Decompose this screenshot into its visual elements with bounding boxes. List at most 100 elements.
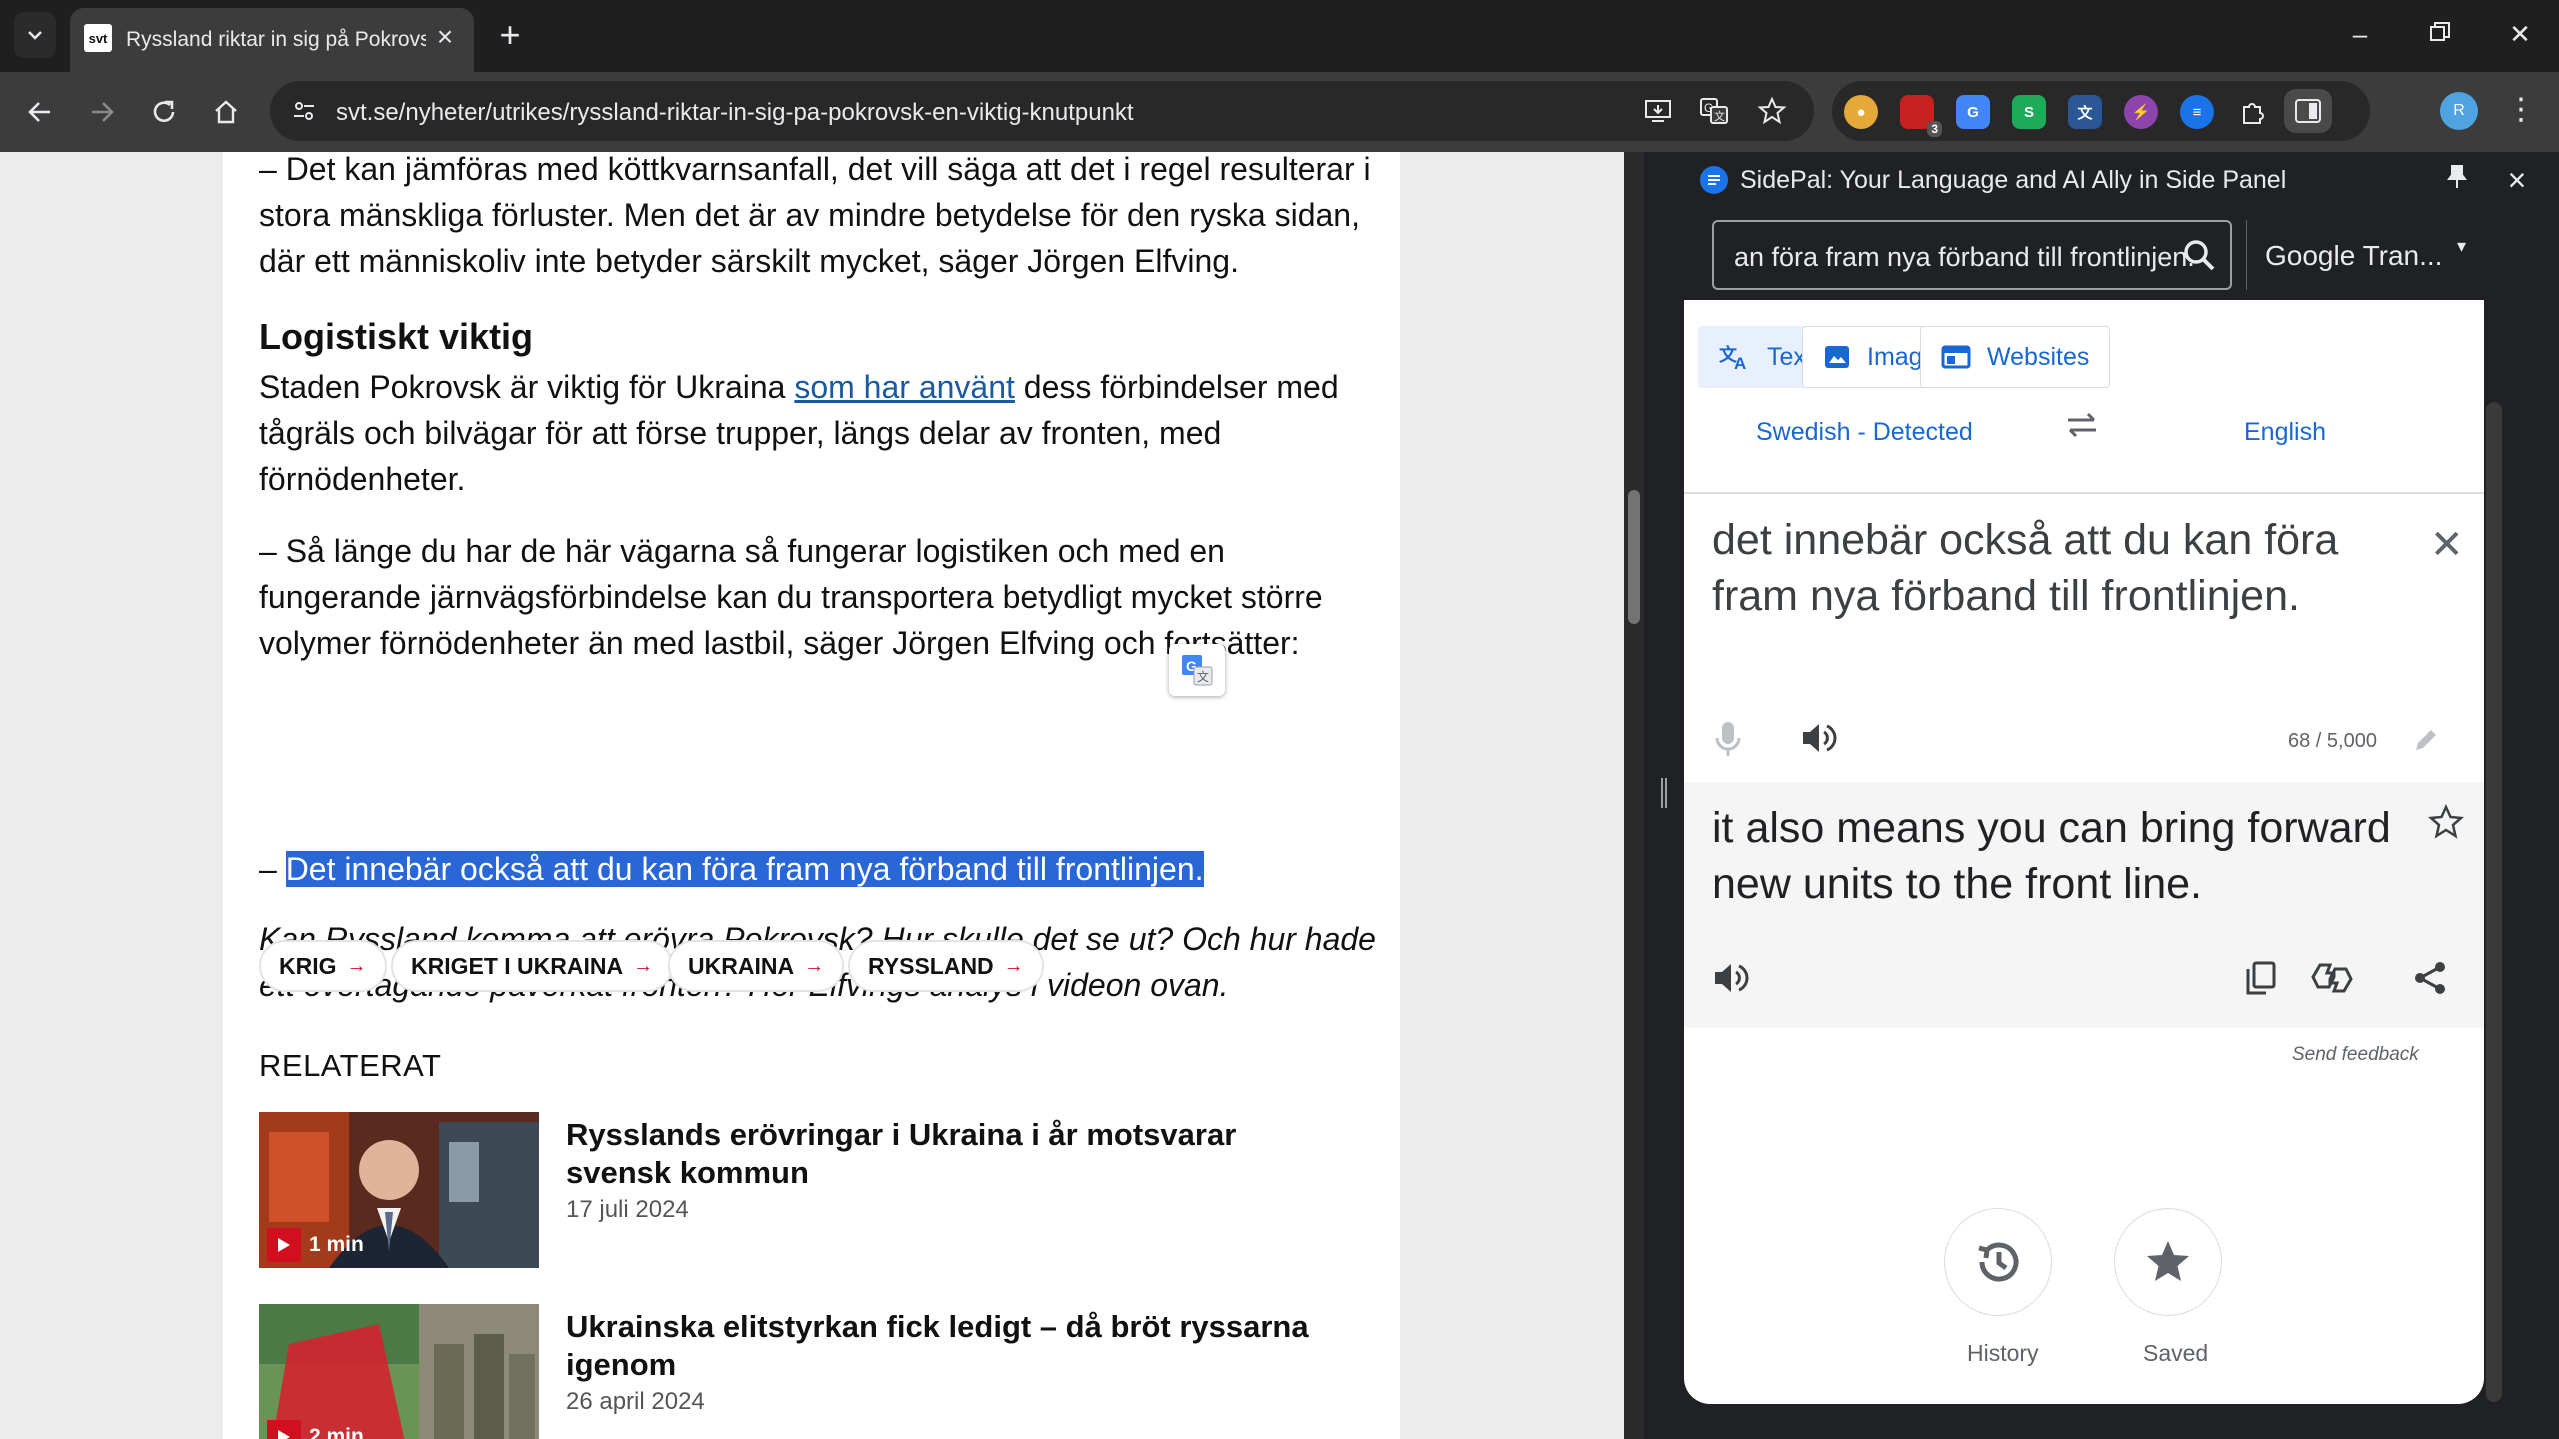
saved-button[interactable] bbox=[2114, 1208, 2222, 1316]
minimize-button[interactable]: – bbox=[2330, 14, 2390, 54]
reload-button[interactable] bbox=[140, 88, 188, 136]
home-button[interactable] bbox=[202, 88, 250, 136]
s-extension-icon[interactable]: S bbox=[2012, 95, 2046, 129]
tab-websites[interactable]: Websites bbox=[1920, 326, 2111, 388]
video-duration-badge: 1 min bbox=[267, 1228, 364, 1262]
feedback-icon[interactable] bbox=[2310, 960, 2354, 996]
close-window-button[interactable]: ✕ bbox=[2490, 14, 2550, 54]
quote-dash: – bbox=[259, 851, 286, 887]
close-side-panel-icon[interactable]: × bbox=[2500, 160, 2534, 200]
play-icon bbox=[267, 1420, 301, 1439]
share-icon[interactable] bbox=[2412, 960, 2448, 996]
purple-extension-icon[interactable]: ⚡ bbox=[2124, 95, 2158, 129]
search-input-value[interactable]: an föra fram nya förband till frontlinje… bbox=[1734, 242, 2194, 273]
new-tab-button[interactable]: + bbox=[490, 16, 530, 56]
speaker-icon[interactable] bbox=[1800, 720, 1838, 756]
install-icon[interactable] bbox=[1640, 93, 1676, 129]
translator-extension-icon[interactable]: 文 bbox=[2068, 95, 2102, 129]
pencil-icon[interactable] bbox=[2412, 726, 2440, 754]
forward-button[interactable] bbox=[78, 88, 126, 136]
sidepal-extension-icon[interactable]: ≡ bbox=[2180, 95, 2214, 129]
related-date: 26 april 2024 bbox=[566, 1388, 705, 1415]
tag-chip[interactable]: RYSSLAND → bbox=[848, 940, 1044, 992]
star-icon[interactable] bbox=[2428, 804, 2464, 840]
site-info-icon[interactable] bbox=[286, 93, 322, 129]
side-panel-scrollbar-track[interactable] bbox=[2486, 402, 2502, 1402]
article-body: – Det kan jämföras med köttkvarnsanfall,… bbox=[223, 152, 1400, 1439]
translate-icon[interactable]: G文 bbox=[1696, 93, 1732, 129]
duration-label: 1 min bbox=[309, 1233, 364, 1256]
restore-button[interactable] bbox=[2410, 14, 2470, 54]
tag-chip[interactable]: UKRAINA → bbox=[668, 940, 845, 992]
copy-icon[interactable] bbox=[2244, 960, 2278, 996]
dropdown-caret-icon: ▾ bbox=[2456, 236, 2466, 256]
google-translate-frame: 文A Text Images Websites Swedish - Detect… bbox=[1684, 300, 2484, 1404]
related-article[interactable]: 1 min Rysslands erövringar i Ukraina i å… bbox=[259, 1112, 1369, 1272]
related-title[interactable]: Ukrainska elitstyrkan fick ledigt – då b… bbox=[566, 1308, 1346, 1384]
history-icon bbox=[1978, 1242, 2019, 1282]
ublock-extension-icon[interactable]: 3 bbox=[1900, 95, 1942, 137]
clear-text-icon[interactable]: ✕ bbox=[2430, 522, 2464, 568]
swap-languages-icon[interactable] bbox=[2064, 410, 2100, 440]
related-thumbnail[interactable]: 1 min bbox=[259, 1112, 539, 1268]
selected-text[interactable]: Det innebär också att du kan föra fram n… bbox=[285, 851, 1204, 887]
forward-icon bbox=[92, 102, 114, 122]
target-language[interactable]: English bbox=[2244, 418, 2326, 447]
cookie-extension-icon[interactable]: ● bbox=[1844, 95, 1878, 129]
resize-grip-icon bbox=[1661, 778, 1667, 808]
article-link[interactable]: som har använt bbox=[794, 369, 1015, 405]
source-text-area[interactable]: det innebär också att du kan föra fram n… bbox=[1712, 512, 2392, 624]
source-language[interactable]: Swedish - Detected bbox=[1756, 418, 1973, 447]
website-icon bbox=[1941, 345, 1971, 369]
translated-text[interactable]: it also means you can bring forward new … bbox=[1712, 800, 2412, 912]
image-icon bbox=[1825, 346, 1849, 368]
google-translate-popup-icon[interactable]: G文 bbox=[1169, 644, 1225, 696]
search-icon[interactable] bbox=[2182, 238, 2216, 272]
url-text[interactable]: svt.se/nyheter/utrikes/ryssland-riktar-i… bbox=[336, 99, 1134, 127]
history-button[interactable] bbox=[1944, 1208, 2052, 1316]
bookmark-star-icon[interactable] bbox=[1754, 93, 1790, 129]
page-scrollbar-thumb[interactable] bbox=[1628, 490, 1640, 624]
related-heading: RELATERAT bbox=[259, 1048, 442, 1083]
tag-chip[interactable]: KRIGET I UKRAINA → bbox=[391, 940, 674, 992]
page-scrollbar[interactable] bbox=[1624, 152, 1644, 1439]
tag-label: UKRAINA bbox=[688, 952, 795, 979]
svg-text:文: 文 bbox=[1714, 109, 1725, 123]
tag-arrow-icon: → bbox=[804, 954, 825, 977]
side-panel-title: SidePal: Your Language and AI Ally in Si… bbox=[1740, 166, 2287, 194]
pin-icon[interactable] bbox=[2440, 164, 2474, 198]
google-translate-extension-icon[interactable]: G bbox=[1956, 95, 1990, 129]
engine-select[interactable]: Google Tran... ▾ bbox=[2246, 220, 2474, 290]
side-panel-icon[interactable] bbox=[2284, 89, 2332, 133]
profile-avatar[interactable]: R bbox=[2440, 92, 2478, 130]
active-tab[interactable]: svt Ryssland riktar in sig på Pokrovsk × bbox=[70, 8, 474, 72]
tag-label: KRIGET I UKRAINA bbox=[411, 952, 624, 979]
back-button[interactable] bbox=[16, 88, 64, 136]
tag-chip[interactable]: KRIG → bbox=[259, 940, 387, 992]
related-article[interactable]: 2 min Ukrainska elitstyrkan fick ledigt … bbox=[259, 1304, 1369, 1439]
browser-menu-icon[interactable]: ⋮ bbox=[2506, 90, 2536, 132]
sidepal-search-input[interactable]: an föra fram nya förband till frontlinje… bbox=[1712, 220, 2232, 290]
tab-search-button[interactable] bbox=[14, 12, 56, 58]
related-title[interactable]: Rysslands erövringar i Ukraina i år mots… bbox=[566, 1116, 1346, 1192]
side-panel-resize-handle[interactable] bbox=[1644, 152, 1684, 1439]
speaker-icon[interactable] bbox=[1712, 960, 1750, 996]
related-date: 17 juli 2024 bbox=[566, 1196, 689, 1223]
close-tab-icon[interactable]: × bbox=[430, 22, 460, 52]
microphone-icon[interactable] bbox=[1714, 720, 1742, 758]
paragraph-logistics: Staden Pokrovsk är viktig för Ukraina so… bbox=[259, 364, 1379, 502]
svg-text:文: 文 bbox=[1197, 669, 1209, 684]
translation-output: it also means you can bring forward new … bbox=[1684, 782, 2484, 1028]
star-icon bbox=[2147, 1241, 2189, 1281]
home-icon bbox=[215, 100, 237, 124]
extension-badge: 3 bbox=[1927, 121, 1942, 137]
paragraph-intro: – Det kan jämföras med köttkvarnsanfall,… bbox=[259, 152, 1371, 279]
play-icon bbox=[267, 1228, 301, 1262]
send-feedback-link[interactable]: Send feedback bbox=[2292, 1044, 2419, 1066]
history-label: History bbox=[1967, 1340, 2039, 1366]
related-thumbnail[interactable]: 2 min bbox=[259, 1304, 539, 1439]
side-panel-scrollbar[interactable] bbox=[2480, 232, 2508, 1402]
address-bar[interactable]: svt.se/nyheter/utrikes/ryssland-riktar-i… bbox=[270, 81, 1814, 141]
duration-label: 2 min bbox=[309, 1425, 364, 1439]
extensions-puzzle-icon[interactable] bbox=[2236, 95, 2270, 129]
